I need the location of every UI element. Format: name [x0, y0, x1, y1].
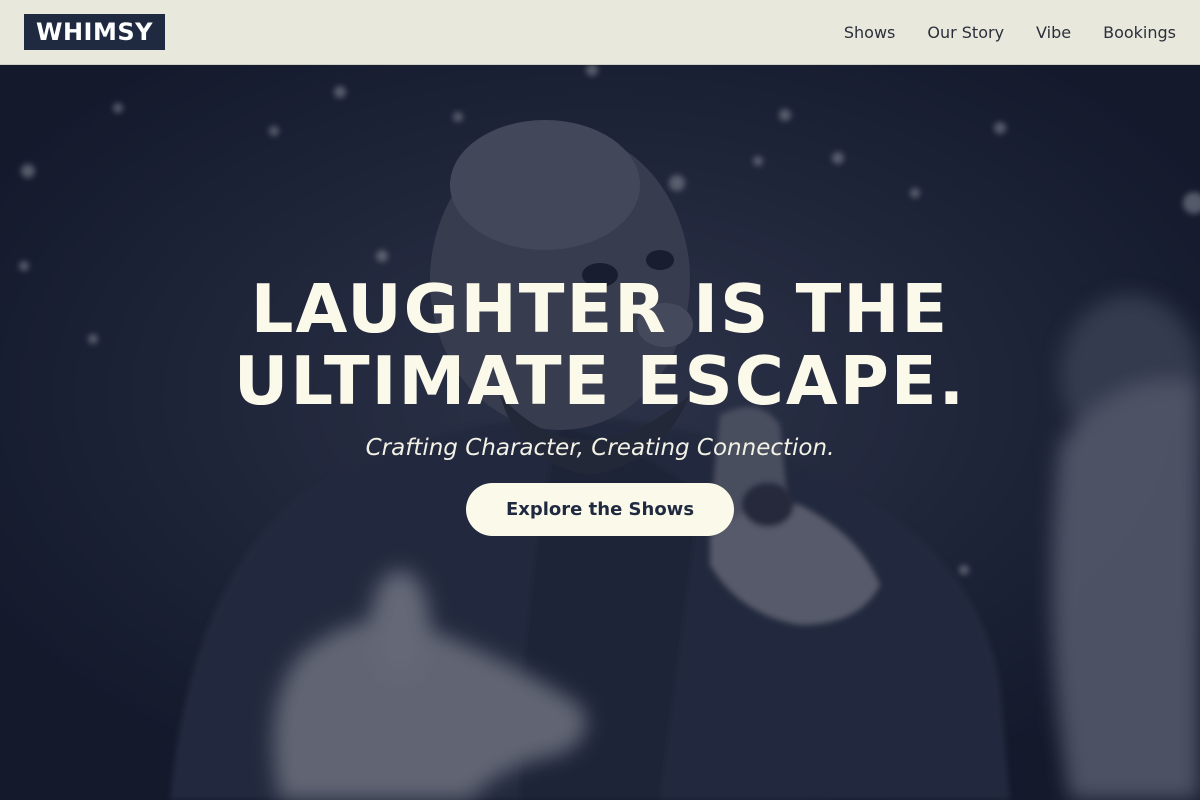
hero-content: LAUGHTER IS THE ULTIMATE ESCAPE. Craftin… — [0, 273, 1200, 536]
main-nav: Shows Our Story Vibe Bookings — [844, 23, 1176, 42]
nav-link-shows[interactable]: Shows — [844, 23, 896, 42]
nav-link-vibe[interactable]: Vibe — [1036, 23, 1071, 42]
nav-link-bookings[interactable]: Bookings — [1103, 23, 1176, 42]
hero-headline: LAUGHTER IS THE ULTIMATE ESCAPE. — [190, 273, 1010, 417]
top-navigation-bar: WHIMSY Shows Our Story Vibe Bookings — [0, 0, 1200, 65]
hero-headline-line-2: ULTIMATE ESCAPE. — [233, 342, 967, 420]
hero-headline-line-1: LAUGHTER IS THE — [250, 270, 950, 348]
explore-shows-button[interactable]: Explore the Shows — [466, 483, 734, 536]
brand-logo-text: WHIMSY — [36, 18, 154, 46]
hero-tagline: Crafting Character, Creating Connection. — [365, 435, 835, 461]
brand-logo[interactable]: WHIMSY — [24, 14, 166, 50]
hero-section: LAUGHTER IS THE ULTIMATE ESCAPE. Craftin… — [0, 65, 1200, 800]
nav-link-our-story[interactable]: Our Story — [927, 23, 1004, 42]
